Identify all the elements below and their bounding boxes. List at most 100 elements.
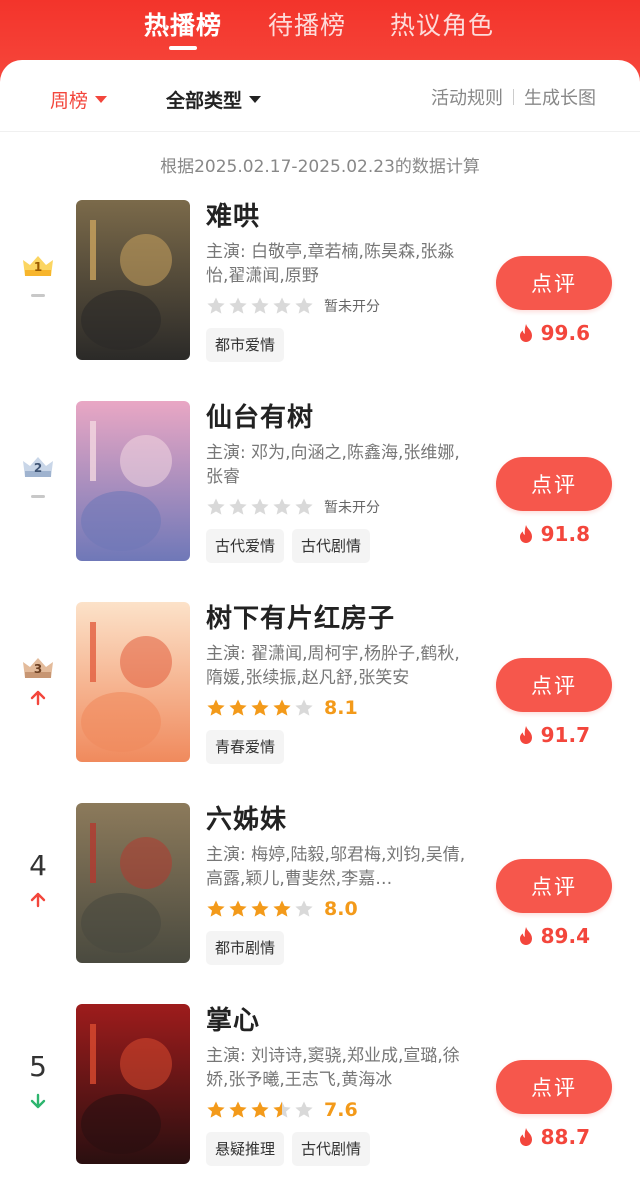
- rating-row: 8.1: [206, 696, 476, 720]
- chevron-down-icon: [95, 96, 108, 103]
- review-button[interactable]: 点评: [496, 256, 612, 310]
- star-icon: [229, 699, 247, 716]
- show-title[interactable]: 难哄: [206, 200, 476, 234]
- star-icon: [207, 297, 225, 314]
- genre-tag[interactable]: 青春爱情: [206, 730, 285, 764]
- flame-icon: [519, 927, 532, 945]
- rank-indicator: 1: [16, 252, 60, 332]
- period-dropdown[interactable]: 周榜: [50, 86, 108, 113]
- list-item[interactable]: 2 仙台有树 主演: 邓为,向涵之,陈鑫海,张维娜,张睿 暂未开分 古代爱情 古代剧情 点评…: [0, 401, 640, 567]
- star-icon: [295, 1101, 313, 1118]
- star-icon: [251, 900, 269, 917]
- flame-icon: [519, 726, 532, 744]
- arrow-down-icon: [30, 1093, 46, 1109]
- review-button[interactable]: 点评: [496, 859, 612, 913]
- cast-list: 主演: 白敬亭,章若楠,陈昊森,张淼怡,翟潇闻,原野: [206, 242, 455, 286]
- genre-tag[interactable]: 悬疑推理: [206, 1132, 285, 1166]
- list-item[interactable]: 3 树下有片红房子主演: 翟潇闻,周柯宇,杨肸子,鹤秋,隋媛,张续振,赵凡舒,张笑…: [0, 602, 640, 768]
- star-icon: [229, 297, 247, 314]
- star-icon: [229, 900, 247, 917]
- rank-crown-icon: 1: [21, 252, 55, 278]
- arrow-up-icon: [30, 690, 46, 706]
- star-rating: [206, 698, 316, 718]
- star-icon: [273, 900, 291, 917]
- ranking-sheet: 周榜 全部类型 活动规则 生成长图 根据2025.02.17-2025.02.2…: [0, 60, 640, 1180]
- long-image-link[interactable]: 生成长图: [524, 84, 596, 110]
- genre-tag[interactable]: 古代爱情: [206, 529, 285, 563]
- rank-number: 4: [29, 849, 47, 882]
- review-button[interactable]: 点评: [496, 1060, 612, 1114]
- heat-score: 91.7: [517, 722, 590, 748]
- list-item[interactable]: 4 六姊妹主演: 梅婷,陆毅,邬君梅,刘钧,吴倩,高露,颖儿,曹斐然,李嘉… 8.0…: [0, 803, 640, 969]
- rank-number: 1: [33, 260, 43, 274]
- star-rating: [206, 296, 316, 316]
- rank-crown-icon: 3: [21, 654, 55, 680]
- star-icon: [273, 699, 291, 716]
- genre-tag[interactable]: 都市爱情: [206, 328, 285, 362]
- heat-value: 88.7: [540, 1125, 590, 1149]
- genre-tag[interactable]: 都市剧情: [206, 931, 285, 965]
- type-dropdown[interactable]: 全部类型: [166, 86, 262, 113]
- review-button[interactable]: 点评: [496, 658, 612, 712]
- rank-indicator: 4: [16, 849, 60, 931]
- star-icon: [207, 699, 225, 716]
- no-score-label: 暂未开分: [324, 500, 380, 516]
- show-title[interactable]: 六姊妹: [206, 803, 476, 837]
- poster-image[interactable]: [76, 602, 190, 762]
- rank-indicator: 5: [16, 1050, 60, 1132]
- rating-row: 7.6: [206, 1098, 476, 1122]
- score-value: 8.0: [324, 898, 358, 920]
- star-rating: [206, 497, 316, 517]
- score-value: 7.6: [324, 1099, 358, 1121]
- rules-link[interactable]: 活动规则: [431, 84, 503, 110]
- tab-hot-playing[interactable]: 热播榜: [144, 6, 222, 42]
- top-tab-bar: 热播榜 待播榜 热议角色: [0, 0, 640, 56]
- star-icon: [229, 498, 247, 515]
- header-links: 活动规则 生成长图: [431, 84, 596, 110]
- rank-number: 2: [33, 461, 43, 475]
- star-icon: [207, 498, 225, 515]
- show-info: 掌心 主演: 刘诗诗,窦骁,郑业成,宣璐,徐娇,张予曦,王志飞,黄海冰 7.6 悬疑推…: [206, 1004, 476, 1166]
- poster-image[interactable]: [76, 1004, 190, 1164]
- star-icon: [295, 498, 313, 515]
- poster-image[interactable]: [76, 401, 190, 561]
- star-icon: [251, 297, 269, 314]
- show-info: 仙台有树 主演: 邓为,向涵之,陈鑫海,张维娜,张睿 暂未开分 古代爱情 古代剧情: [206, 401, 476, 563]
- genre-tag[interactable]: 古代剧情: [292, 1132, 371, 1166]
- review-button[interactable]: 点评: [496, 457, 612, 511]
- star-icon: [251, 699, 269, 716]
- heat-score: 89.4: [517, 923, 590, 949]
- list-item[interactable]: 5 掌心 主演: 刘诗诗,窦骁,郑业成,宣璐,徐娇,张予曦,王志飞,黄海冰 7.6 悬疑…: [0, 1004, 640, 1170]
- data-basis-text: 根据2025.02.17-2025.02.23的数据计算: [160, 157, 480, 177]
- heat-score: 88.7: [517, 1124, 590, 1150]
- list-item[interactable]: 1 难哄主演: 白敬亭,章若楠,陈昊森,张淼怡,翟潇闻,原野暂未开分都市爱情 点评 9…: [0, 200, 640, 366]
- heat-score: 91.8: [517, 521, 590, 547]
- poster-image[interactable]: [76, 803, 190, 963]
- star-icon: [273, 1101, 291, 1118]
- type-label: 全部类型: [166, 90, 243, 112]
- show-title[interactable]: 树下有片红房子: [206, 602, 476, 636]
- rating-row: 8.0: [206, 897, 476, 921]
- show-title[interactable]: 仙台有树: [206, 401, 476, 435]
- chevron-down-icon: [249, 96, 262, 103]
- star-rating: [206, 899, 316, 919]
- star-icon: [251, 1101, 269, 1118]
- tab-upcoming[interactable]: 待播榜: [268, 6, 346, 42]
- no-score-label: 暂未开分: [324, 299, 380, 315]
- star-icon: [207, 900, 225, 917]
- heat-value: 91.8: [540, 522, 590, 546]
- cast-list: 主演: 翟潇闻,周柯宇,杨肸子,鹤秋,隋媛,张续振,赵凡舒,张笑安: [206, 644, 460, 688]
- genre-tag[interactable]: 古代剧情: [292, 529, 371, 563]
- flame-icon: [519, 525, 532, 543]
- star-icon: [273, 297, 291, 314]
- star-icon: [207, 1101, 225, 1118]
- link-divider: [513, 89, 514, 105]
- show-title[interactable]: 掌心: [206, 1004, 476, 1038]
- rank-number: 5: [29, 1050, 47, 1083]
- tab-hot-roles[interactable]: 热议角色: [390, 6, 494, 42]
- genre-tags: 都市剧情: [206, 931, 476, 965]
- cast-list: 主演: 梅婷,陆毅,邬君梅,刘钧,吴倩,高露,颖儿,曹斐然,李嘉…: [206, 845, 466, 889]
- poster-image[interactable]: [76, 200, 190, 360]
- heat-score: 99.6: [517, 320, 590, 346]
- star-icon: [295, 297, 313, 314]
